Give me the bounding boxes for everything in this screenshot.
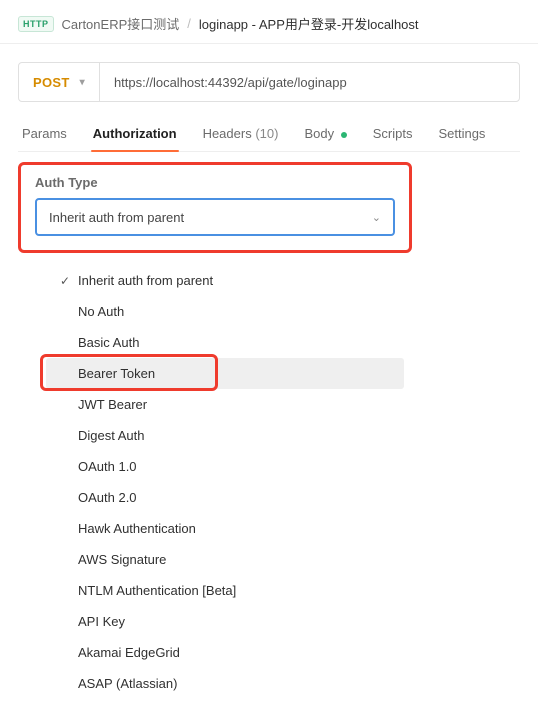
auth-option[interactable]: NTLM Authentication [Beta] [46, 575, 404, 606]
auth-option-label: Bearer Token [74, 366, 155, 381]
auth-option[interactable]: AWS Signature [46, 544, 404, 575]
auth-type-dropdown: ✓Inherit auth from parent No Auth Basic Au… [46, 265, 404, 699]
auth-option[interactable]: Hawk Authentication [46, 513, 404, 544]
tab-headers-count: (10) [255, 126, 278, 141]
chevron-down-icon: ⌄ [372, 211, 381, 224]
auth-option[interactable]: OAuth 2.0 [46, 482, 404, 513]
auth-type-label: Auth Type [35, 175, 395, 190]
http-badge-icon: HTTP [18, 16, 54, 32]
auth-option[interactable]: ✓Inherit auth from parent [46, 265, 404, 296]
auth-option-label: API Key [74, 614, 125, 629]
breadcrumb-request[interactable]: loginapp - APP用户登录-开发localhost [199, 14, 419, 33]
auth-option-label: Inherit auth from parent [74, 273, 213, 288]
breadcrumb-collection[interactable]: CartonERP接口测试 [62, 14, 180, 33]
request-tabs: Params Authorization Headers (10) Body S… [18, 116, 520, 152]
auth-type-select[interactable]: Inherit auth from parent ⌄ [35, 198, 395, 236]
tab-scripts[interactable]: Scripts [371, 116, 415, 151]
auth-option[interactable]: Bearer Token [46, 358, 404, 389]
tab-body[interactable]: Body [302, 116, 348, 151]
auth-option-label: No Auth [74, 304, 124, 319]
tab-params[interactable]: Params [20, 116, 69, 151]
chevron-down-icon: ▾ [80, 77, 85, 88]
auth-option[interactable]: JWT Bearer [46, 389, 404, 420]
auth-option-label: Hawk Authentication [74, 521, 196, 536]
tab-settings[interactable]: Settings [436, 116, 487, 151]
auth-option-label: Akamai EdgeGrid [74, 645, 180, 660]
auth-option[interactable]: Akamai EdgeGrid [46, 637, 404, 668]
auth-option[interactable]: OAuth 1.0 [46, 451, 404, 482]
body-modified-dot-icon [341, 132, 347, 138]
auth-option[interactable]: ASAP (Atlassian) [46, 668, 404, 699]
breadcrumb: HTTP CartonERP接口测试 / loginapp - APP用户登录-… [0, 0, 538, 43]
tab-headers-label: Headers [203, 126, 252, 141]
tab-authorization[interactable]: Authorization [91, 116, 179, 151]
auth-option[interactable]: API Key [46, 606, 404, 637]
auth-option-label: OAuth 1.0 [74, 459, 137, 474]
url-input[interactable]: https://localhost:44392/api/gate/loginap… [100, 63, 519, 101]
http-method-value: POST [33, 75, 70, 90]
check-icon: ✓ [56, 274, 74, 288]
auth-option-label: ASAP (Atlassian) [74, 676, 177, 691]
auth-option[interactable]: Digest Auth [46, 420, 404, 451]
auth-option[interactable]: No Auth [46, 296, 404, 327]
auth-option-label: OAuth 2.0 [74, 490, 137, 505]
tab-headers[interactable]: Headers (10) [201, 116, 281, 151]
auth-option-label: NTLM Authentication [Beta] [74, 583, 236, 598]
auth-type-selected-value: Inherit auth from parent [49, 210, 184, 225]
url-value: https://localhost:44392/api/gate/loginap… [114, 75, 347, 90]
auth-option-label: Digest Auth [74, 428, 145, 443]
breadcrumb-separator: / [187, 16, 191, 31]
auth-option[interactable]: Basic Auth [46, 327, 404, 358]
auth-option-label: Basic Auth [74, 335, 139, 350]
auth-type-highlight: Auth Type Inherit auth from parent ⌄ [18, 162, 412, 253]
request-url-row: POST ▾ https://localhost:44392/api/gate/… [18, 62, 520, 102]
auth-option-label: JWT Bearer [74, 397, 147, 412]
http-method-select[interactable]: POST ▾ [19, 63, 100, 101]
auth-option-label: AWS Signature [74, 552, 166, 567]
tab-body-label: Body [304, 126, 334, 141]
